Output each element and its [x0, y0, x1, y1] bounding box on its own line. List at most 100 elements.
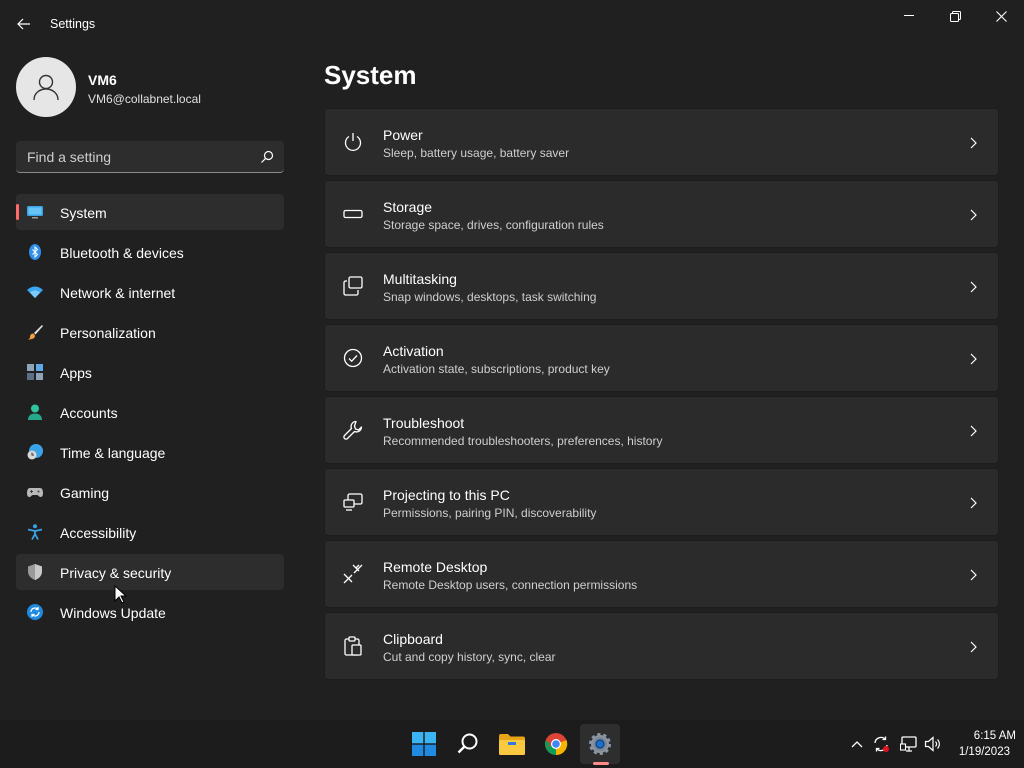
sidebar-item-apps[interactable]: Apps — [16, 354, 284, 390]
brush-icon — [27, 325, 43, 340]
card-subtitle: Recommended troubleshooters, preferences… — [383, 434, 663, 448]
card-title: Remote Desktop — [383, 559, 488, 575]
sidebar-item-label: Gaming — [60, 485, 110, 501]
volume-icon — [924, 736, 940, 752]
chevron-right-icon — [970, 353, 977, 365]
folder-icon — [499, 734, 525, 755]
chevron-right-icon — [970, 425, 977, 437]
sync-status-button[interactable] — [871, 734, 891, 754]
search-icon — [457, 733, 478, 754]
sidebar-item-label: Windows Update — [60, 605, 166, 621]
chevron-up-icon — [851, 741, 863, 748]
sidebar-item-label: Personalization — [60, 325, 156, 341]
check-circle-icon — [343, 348, 363, 368]
sidebar-item-accessibility[interactable]: Accessibility — [16, 514, 284, 550]
taskbar: 6:15 AM 1/19/2023 — [0, 720, 1024, 768]
card-remote-desktop[interactable]: Remote Desktop Remote Desktop users, con… — [324, 540, 999, 608]
apps-icon — [27, 364, 43, 380]
card-storage[interactable]: Storage Storage space, drives, configura… — [324, 180, 999, 248]
card-title: Clipboard — [383, 631, 443, 647]
settings-taskbar-button[interactable] — [580, 724, 620, 764]
sidebar-item-gaming[interactable]: Gaming — [16, 474, 284, 510]
sidebar-item-label: System — [60, 205, 107, 221]
restore-button[interactable] — [932, 4, 978, 28]
card-subtitle: Activation state, subscriptions, product… — [383, 362, 610, 376]
gamepad-icon — [27, 488, 43, 497]
power-icon — [344, 133, 362, 151]
monitor-icon — [27, 206, 43, 219]
card-title: Activation — [383, 343, 444, 359]
chevron-right-icon — [970, 641, 977, 653]
card-title: Power — [383, 127, 423, 143]
card-subtitle: Remote Desktop users, connection permiss… — [383, 578, 638, 592]
card-multitasking[interactable]: Multitasking Snap windows, desktops, tas… — [324, 252, 999, 320]
card-title: Storage — [383, 199, 433, 215]
search-box[interactable] — [16, 141, 284, 173]
minimize-button[interactable] — [886, 4, 932, 28]
chevron-right-icon — [970, 569, 977, 581]
shield-icon — [28, 564, 42, 580]
card-clipboard[interactable]: Clipboard Cut and copy history, sync, cl… — [324, 612, 999, 680]
windows-logo-icon — [412, 732, 436, 756]
sync-icon — [874, 736, 889, 752]
minimize-icon — [904, 15, 914, 16]
bluetooth-icon — [29, 244, 41, 260]
sidebar-item-label: Accessibility — [60, 525, 137, 541]
card-subtitle: Sleep, battery usage, battery saver — [383, 146, 570, 160]
card-projecting[interactable]: Projecting to this PC Permissions, pairi… — [324, 468, 999, 536]
chevron-right-icon — [970, 137, 977, 149]
back-button[interactable] — [12, 12, 36, 36]
close-button[interactable] — [978, 4, 1024, 28]
sidebar-item-label: Bluetooth & devices — [60, 245, 184, 261]
accessibility-icon — [27, 524, 43, 540]
multitask-icon — [343, 276, 363, 296]
avatar[interactable] — [16, 57, 76, 117]
title-bar: Settings — [0, 0, 1024, 48]
card-subtitle: Snap windows, desktops, task switching — [383, 290, 597, 304]
card-subtitle: Cut and copy history, sync, clear — [383, 650, 556, 664]
app-title: Settings — [50, 17, 96, 31]
sidebar-item-system[interactable]: System — [16, 194, 284, 230]
globe-clock-icon — [27, 444, 43, 460]
card-subtitle: Storage space, drives, configuration rul… — [383, 218, 604, 232]
sidebar-item-privacy-security[interactable]: Privacy & security — [16, 554, 284, 590]
sidebar-item-bluetooth[interactable]: Bluetooth & devices — [16, 234, 284, 270]
update-icon — [27, 604, 43, 620]
restore-icon — [949, 10, 961, 22]
sidebar-item-accounts[interactable]: Accounts — [16, 394, 284, 430]
card-activation[interactable]: Activation Activation state, subscriptio… — [324, 324, 999, 392]
clock-date[interactable]: 1/19/2023 — [950, 746, 1010, 758]
show-hidden-icons-button[interactable] — [847, 734, 867, 754]
sidebar-item-personalization[interactable]: Personalization — [16, 314, 284, 350]
card-subtitle: Permissions, pairing PIN, discoverabilit… — [383, 506, 597, 520]
chrome-button[interactable] — [536, 724, 576, 764]
chrome-icon — [545, 733, 568, 756]
sidebar-item-windows-update[interactable]: Windows Update — [16, 594, 284, 630]
sidebar-nav: System Bluetooth & devices Network & int… — [16, 194, 284, 634]
clock-time[interactable]: 6:15 AM — [950, 730, 1016, 742]
start-button[interactable] — [404, 724, 444, 764]
taskbar-search-button[interactable] — [448, 724, 488, 764]
sidebar-item-time-language[interactable]: Time & language — [16, 434, 284, 470]
user-icon — [33, 74, 59, 101]
chevron-right-icon — [970, 209, 977, 221]
wifi-icon — [27, 286, 43, 298]
search-icon — [261, 150, 274, 163]
drive-icon — [343, 209, 363, 219]
volume-button[interactable] — [923, 734, 943, 754]
remote-desktop-icon — [343, 564, 363, 584]
card-power[interactable]: Power Sleep, battery usage, battery save… — [324, 108, 999, 176]
sidebar-item-label: Network & internet — [60, 285, 176, 301]
search-input[interactable] — [16, 141, 284, 172]
close-icon — [995, 10, 1007, 22]
card-troubleshoot[interactable]: Troubleshoot Recommended troubleshooters… — [324, 396, 999, 464]
project-icon — [343, 493, 363, 511]
sidebar-item-label: Privacy & security — [60, 565, 172, 581]
sidebar-item-label: Apps — [60, 365, 92, 381]
sidebar-item-label: Accounts — [60, 405, 118, 421]
chevron-right-icon — [970, 497, 977, 509]
sidebar-item-network[interactable]: Network & internet — [16, 274, 284, 310]
page-title: System — [324, 60, 417, 90]
file-explorer-button[interactable] — [492, 724, 532, 764]
network-status-button[interactable] — [899, 734, 919, 754]
